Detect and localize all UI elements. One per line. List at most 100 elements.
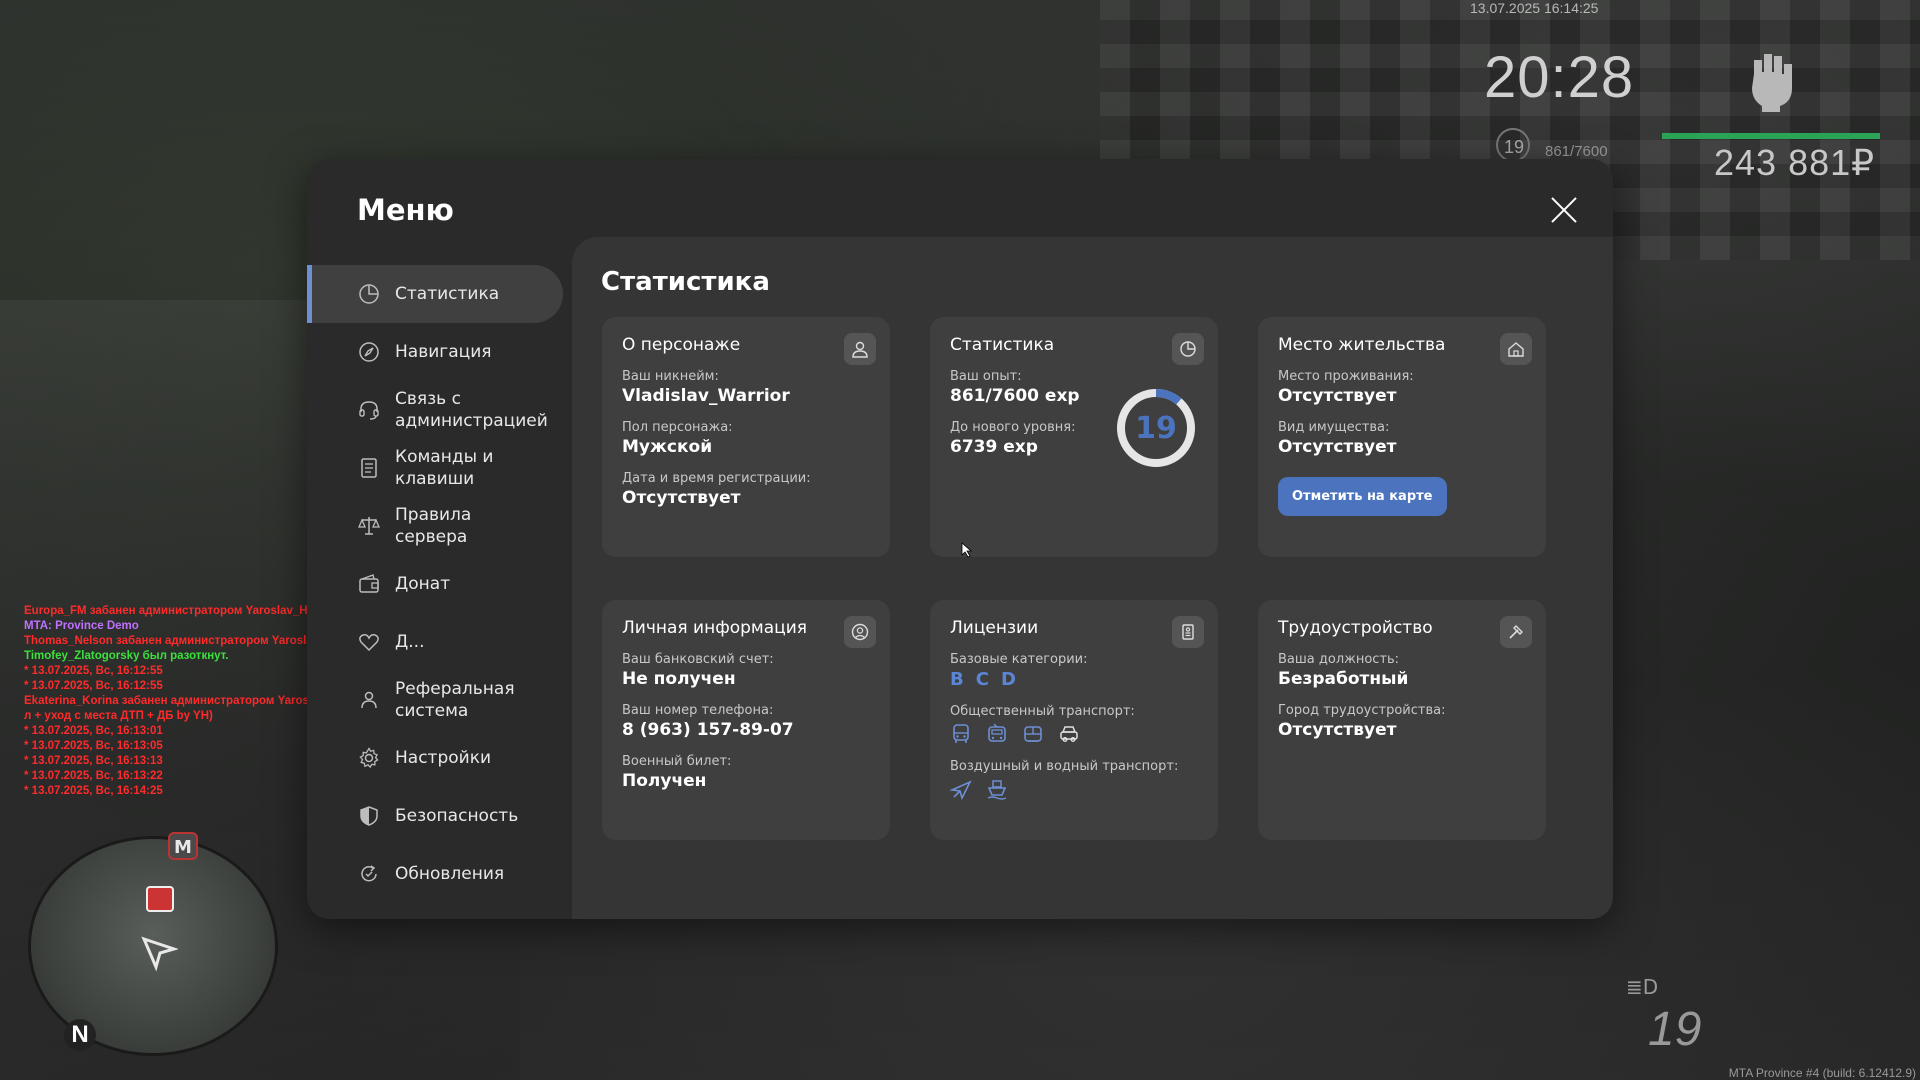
bank-value: Не получен: [622, 669, 736, 689]
military-value: Получен: [622, 771, 707, 791]
card-character: О персонаже Ваш никнейм: Vladislav_Warri…: [602, 317, 890, 557]
health-bar-fill: [1662, 133, 1880, 139]
job-city-value: Отсутствует: [1278, 720, 1397, 740]
user-circle-icon: [844, 616, 876, 648]
gender-label: Пол персонажа:: [622, 420, 733, 435]
bus-icon: [953, 724, 969, 743]
sidebar-item-label: Навигация: [395, 342, 492, 362]
registration-value: Отсутствует: [622, 488, 741, 508]
bank-label: Ваш банковский счет:: [622, 652, 774, 667]
map-point-icon: [146, 886, 174, 912]
airplane-icon: [950, 780, 972, 800]
close-button[interactable]: [1547, 193, 1581, 227]
card-title: Статистика: [950, 335, 1055, 355]
sidebar-item-6[interactable]: Д...: [307, 613, 563, 671]
license-card-icon: [1172, 616, 1204, 648]
health-bar: [1662, 133, 1880, 139]
nickname-label: Ваш никнейм:: [622, 369, 719, 384]
property-label: Вид имущества:: [1278, 420, 1390, 435]
sidebar-item-label: Донат: [395, 574, 451, 594]
build-info: MTA Province #4 (build: 6.12412.9): [1728, 1066, 1916, 1080]
card-licenses: Лицензии Базовые категории: B C D Общест…: [930, 600, 1218, 840]
public-transport-licenses: [950, 723, 1198, 745]
gender-value: Мужской: [622, 437, 713, 457]
card-title: Личная информация: [622, 618, 808, 638]
card-statistics: Статистика Ваш опыт: 861/7600 exp До нов…: [930, 317, 1218, 557]
sidebar-item-label: Связь с администрацией: [395, 389, 548, 431]
house-icon: [1500, 333, 1532, 365]
hud-datetime: 13.07.2025 16:14:25: [1470, 0, 1599, 16]
military-label: Военный билет:: [622, 754, 732, 769]
phone-label: Ваш номер телефона:: [622, 703, 774, 718]
hud-clock: 20:28: [1484, 45, 1635, 110]
sidebar-item-label: Статистика: [395, 284, 500, 304]
card-title: Место жительства: [1278, 335, 1446, 355]
residence-place-value: Отсутствует: [1278, 386, 1397, 406]
air-water-licenses: [950, 778, 1198, 800]
license-category-c: C: [975, 669, 989, 690]
main-menu: Меню Статистика Навигация Связь с админист…: [307, 159, 1613, 919]
minimap-north: N: [64, 1019, 96, 1051]
sidebar-item-5[interactable]: Донат: [307, 555, 563, 613]
metro-marker-icon: M: [168, 832, 198, 860]
exp-label: Ваш опыт:: [950, 369, 1022, 384]
user-icon: [844, 333, 876, 365]
menu-sidebar: Статистика Навигация Связь с администрацие…: [307, 265, 563, 903]
sidebar-item-7[interactable]: Реферальная система: [307, 671, 563, 729]
sidebar-item-label: Реферальная система: [395, 679, 515, 721]
sidebar-item-label: Команды и клавиши: [395, 447, 494, 489]
public-transport-label: Общественный транспорт:: [950, 704, 1135, 719]
speedometer: 19: [1648, 1003, 1702, 1056]
boat-icon: [987, 780, 1007, 800]
nickname-value: Vladislav_Warrior: [622, 386, 790, 406]
sidebar-item-label: Настройки: [395, 748, 492, 768]
phone-value: 8 (963) 157-89-07: [622, 720, 794, 740]
menu-title: Меню: [357, 193, 454, 227]
headlights-icon: ≣D: [1626, 975, 1659, 999]
card-title: О персонаже: [622, 335, 741, 355]
pie-chart-icon: [357, 282, 381, 306]
job-city-label: Город трудоустройства:: [1278, 703, 1446, 718]
sidebar-item-9[interactable]: Безопасность: [307, 787, 563, 845]
sidebar-item-label: Безопасность: [395, 806, 519, 826]
sidebar-item-0[interactable]: Статистика: [307, 265, 563, 323]
mark-on-map-button[interactable]: Отметить на карте: [1278, 477, 1447, 516]
license-category-d: D: [1000, 669, 1016, 690]
pie-chart-icon: [1172, 333, 1204, 365]
sidebar-item-1[interactable]: Навигация: [307, 323, 563, 381]
player-arrow-icon: [141, 936, 178, 972]
trolleybus-icon: [988, 723, 1006, 742]
air-water-transport-label: Воздушный и водный транспорт:: [950, 759, 1179, 774]
sidebar-item-label: Правила сервера: [395, 505, 472, 547]
gear-icon: [357, 746, 381, 770]
sidebar-item-8[interactable]: Настройки: [307, 729, 563, 787]
property-value: Отсутствует: [1278, 437, 1397, 457]
sidebar-item-3[interactable]: Команды и клавиши: [307, 439, 563, 497]
card-personal-info: Личная информация Ваш банковский счет: Н…: [602, 600, 890, 840]
card-residence: Место жительства Место проживания: Отсут…: [1258, 317, 1546, 557]
tram-icon: [1024, 726, 1042, 742]
registration-label: Дата и время регистрации:: [622, 471, 811, 486]
referral-icon: [357, 688, 381, 712]
shield-icon: [357, 804, 381, 828]
refresh-icon: [357, 862, 381, 886]
license-categories: B C D: [950, 669, 1198, 690]
hammer-icon: [1500, 616, 1532, 648]
heart-icon: [357, 630, 381, 654]
compass-icon: [357, 340, 381, 364]
sidebar-item-label: Обновления: [395, 864, 505, 884]
headset-icon: [357, 398, 381, 422]
scales-icon: [357, 514, 381, 538]
hud-level: 19: [1504, 137, 1525, 157]
residence-place-label: Место проживания:: [1278, 369, 1414, 384]
fist-icon: [1752, 54, 1792, 112]
sidebar-item-10[interactable]: Обновления: [307, 845, 563, 903]
sidebar-item-4[interactable]: Правила сервера: [307, 497, 563, 555]
license-category-b: B: [950, 669, 964, 690]
hud-exp: 861/7600: [1545, 143, 1608, 160]
sidebar-item-label: Д...: [395, 632, 425, 652]
section-title: Статистика: [601, 267, 770, 297]
position-label: Ваша должность:: [1278, 652, 1400, 667]
position-value: Безработный: [1278, 669, 1409, 689]
sidebar-item-2[interactable]: Связь с администрацией: [307, 381, 563, 439]
